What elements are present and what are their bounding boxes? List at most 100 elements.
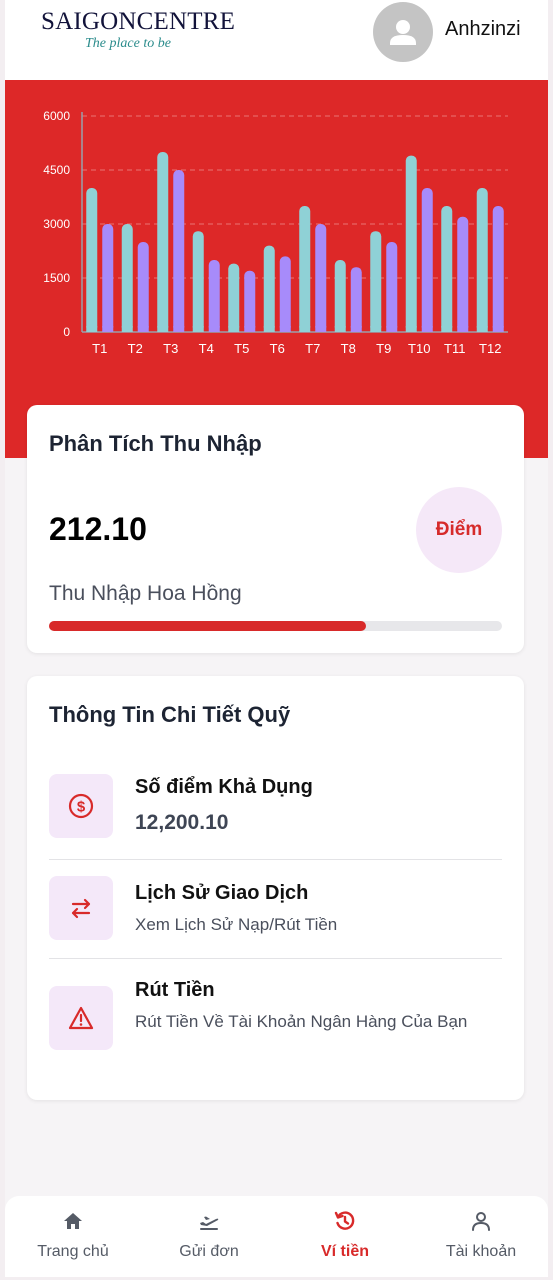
nav-send-order[interactable]: Gửi đơn — [141, 1196, 277, 1277]
bar — [441, 206, 453, 332]
bar-base — [421, 326, 433, 332]
plane-icon — [200, 1216, 219, 1230]
bar-base — [157, 326, 169, 332]
logo[interactable]: SAIGONCENTRE — [41, 8, 235, 36]
x-tick-label: T11 — [444, 341, 465, 356]
nav-wallet[interactable]: Ví tiền — [277, 1196, 413, 1277]
bar — [228, 263, 240, 332]
x-tick-label: T7 — [305, 341, 320, 356]
transaction-history-row[interactable]: Lịch Sử Giao Dịch Xem Lịch Sử Nạp/Rút Ti… — [49, 876, 502, 942]
bar-base — [192, 326, 204, 332]
user-avatar-icon — [390, 20, 416, 45]
available-points-value: 12,200.10 — [135, 811, 229, 834]
transaction-history-title: Lịch Sử Giao Dịch — [135, 882, 309, 904]
warning-triangle-icon — [49, 986, 113, 1050]
bar-base — [173, 326, 185, 332]
income-label: Thu Nhập Hoa Hồng — [49, 582, 242, 605]
bar — [386, 242, 398, 332]
bar — [457, 216, 469, 332]
bar-base — [476, 326, 488, 332]
bar-base — [334, 326, 346, 332]
nav-account[interactable]: Tài khoản — [413, 1196, 548, 1277]
svg-text:$: $ — [77, 799, 86, 816]
income-card-title: Phân Tích Thu Nhập — [49, 431, 262, 456]
logo-saigon: SAIGON — [41, 8, 137, 35]
divider — [49, 859, 502, 860]
y-tick-label: 4500 — [43, 163, 70, 177]
bar-base — [244, 326, 256, 332]
nav-account-label: Tài khoản — [445, 1243, 517, 1260]
bar — [299, 206, 311, 332]
income-analysis-card: Phân Tích Thu Nhập 212.10 Điểm Thu Nhập … — [27, 405, 524, 653]
username[interactable]: Anhzinzi — [445, 18, 521, 41]
bar — [334, 260, 346, 332]
withdraw-row[interactable]: Rút Tiền Rút Tiền Về Tài Khoản Ngân Hàng… — [49, 979, 502, 1066]
nav-send-order-label: Gửi đơn — [179, 1243, 239, 1260]
bar-base — [263, 326, 275, 332]
swap-arrows-icon — [49, 876, 113, 940]
x-tick-label: T12 — [479, 341, 501, 356]
bar — [173, 170, 185, 332]
bar-base — [370, 326, 382, 332]
bar — [208, 260, 220, 332]
dollar-circle-icon: $ — [49, 774, 113, 838]
bar — [192, 231, 204, 332]
transaction-history-subtitle: Xem Lịch Sử Nạp/Rút Tiền — [135, 915, 338, 934]
bar — [263, 245, 275, 332]
bar-base — [299, 326, 311, 332]
bar-base — [405, 326, 417, 332]
bar-base — [441, 326, 453, 332]
bar-base — [386, 326, 398, 332]
bar — [244, 270, 256, 332]
x-tick-label: T5 — [234, 341, 249, 356]
x-tick-label: T9 — [376, 341, 391, 356]
earnings-bar-chart: 0 1500 3000 4500 6000 T1 T2 T3 T4 T5 T6 T7 T8 T9 T10 T1… — [43, 109, 508, 356]
bar — [279, 256, 291, 332]
bar-base — [208, 326, 220, 332]
available-points-row[interactable]: $ Số điểm Khả Dụng 12,200.10 — [49, 774, 502, 840]
x-tick-label: T6 — [270, 341, 285, 356]
bar-base — [228, 326, 240, 332]
divider — [49, 958, 502, 959]
withdraw-title: Rút Tiền — [135, 979, 215, 1001]
bar-base — [86, 326, 98, 332]
avatar[interactable] — [373, 2, 433, 62]
fund-card-title: Thông Tin Chi Tiết Quỹ — [49, 702, 291, 727]
x-tick-label: T4 — [199, 341, 214, 356]
logo-tagline: The place to be — [85, 36, 171, 51]
nav-home-label: Trang chủ — [37, 1243, 109, 1260]
x-tick-label: T10 — [408, 341, 430, 356]
bar — [405, 155, 417, 332]
bar — [350, 267, 362, 332]
x-tick-label: T2 — [128, 341, 143, 356]
bar — [492, 206, 504, 332]
bar — [476, 188, 488, 332]
bar-base — [102, 326, 114, 332]
bar-base — [279, 326, 291, 332]
bar-base — [350, 326, 362, 332]
bar — [102, 224, 114, 332]
bar — [157, 152, 169, 332]
home-icon — [64, 1213, 82, 1229]
bar-base — [457, 326, 469, 332]
bar-base — [492, 326, 504, 332]
logo-centre: CENTRE — [136, 8, 236, 35]
progress-fill — [49, 621, 367, 631]
points-badge[interactable]: Điểm — [416, 487, 502, 573]
app-frame: SAIGONCENTRE The place to be Anhzinzi 0 1… — [5, 0, 548, 1277]
withdraw-subtitle: Rút Tiền Về Tài Khoản Ngân Hàng Của Bạn — [135, 1012, 468, 1031]
bottom-nav: Trang chủ Gửi đơn Ví tiền Tài khoản — [5, 1196, 548, 1277]
nav-home[interactable]: Trang chủ — [5, 1196, 141, 1277]
bar — [86, 188, 98, 332]
bar-base — [315, 326, 327, 332]
bar — [315, 224, 327, 332]
nav-wallet-label: Ví tiền — [320, 1243, 369, 1260]
bar-base — [121, 326, 133, 332]
y-tick-label: 6000 — [43, 109, 70, 123]
y-tick-label: 0 — [63, 325, 70, 339]
bar — [121, 224, 133, 332]
bar — [137, 242, 149, 332]
bar — [421, 188, 433, 332]
user-icon — [472, 1212, 490, 1231]
history-icon — [334, 1211, 355, 1230]
